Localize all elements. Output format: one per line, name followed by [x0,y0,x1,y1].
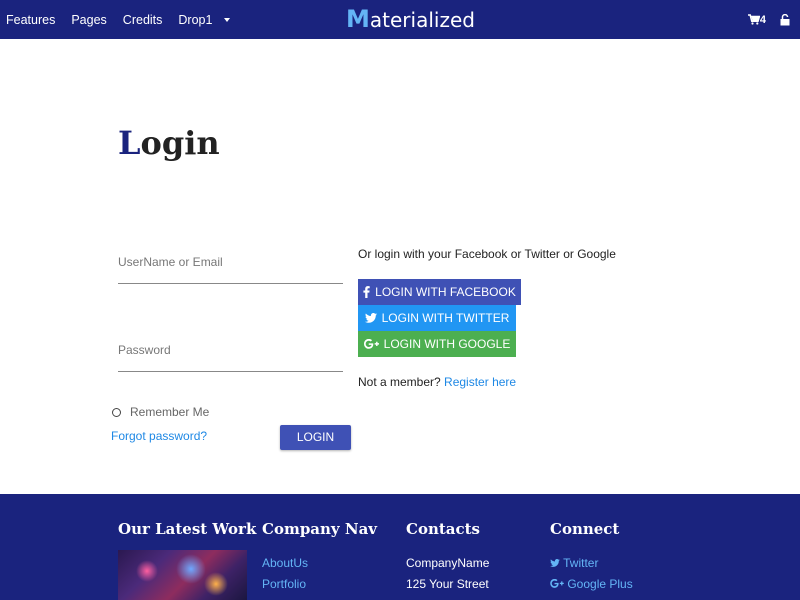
twitter-icon [550,559,560,567]
remember-me-radio[interactable] [112,407,121,417]
footer-google-plus-label: Google Plus [567,577,633,591]
register-prompt-text: Not a member? [358,375,441,389]
footer-connect: Connect Twitter Google Plus [550,520,633,591]
footer-heading-latest-work: Our Latest Work [118,520,257,538]
brand-name: aterialized [369,8,475,32]
top-navbar: Features Pages Credits Drop1 M aterializ… [0,0,800,39]
nav-dropdown-drop1[interactable]: Drop1 [178,12,231,27]
footer-link-aboutus[interactable]: AboutUs [262,556,377,570]
login-facebook-button[interactable]: LOGIN WITH FACEBOOK [358,279,521,305]
nav-link-features[interactable]: Features [6,13,55,27]
page-title-rest: ogin [140,124,220,162]
username-underline [118,283,343,284]
login-twitter-label: LOGIN WITH TWITTER [381,311,510,325]
login-facebook-label: LOGIN WITH FACEBOOK [375,285,516,299]
footer-heading-company-nav: Company Nav [262,520,378,538]
cart-button[interactable]: 4 [747,13,766,26]
twitter-icon [364,313,377,323]
footer-heading-connect: Connect [550,520,620,538]
latest-work-thumbnail[interactable] [118,550,247,600]
login-twitter-button[interactable]: LOGIN WITH TWITTER [358,305,516,331]
password-underline [118,371,343,372]
footer-twitter-label: Twitter [563,556,599,570]
login-google-button[interactable]: LOGIN WITH GOOGLE [358,331,516,357]
google-plus-icon [550,578,564,588]
google-plus-icon [363,339,379,349]
caret-down-icon [224,17,231,22]
footer-contacts: Contacts CompanyName 125 Your Street [406,520,489,591]
footer-heading-contacts: Contacts [406,520,481,538]
nav-link-pages[interactable]: Pages [71,13,106,27]
password-field[interactable]: Password [118,343,343,372]
register-link[interactable]: Register here [444,375,516,389]
footer-link-portfolio[interactable]: Portfolio [262,577,377,591]
nav-link-credits[interactable]: Credits [123,13,163,27]
brand-initial: M [346,5,370,33]
footer-company-name: CompanyName [406,556,490,570]
login-button[interactable]: LOGIN [280,425,351,450]
cart-icon [747,14,760,25]
nav-links: Features Pages Credits Drop1 [6,0,246,39]
forgot-password-link[interactable]: Forgot password? [111,429,207,443]
footer-company-nav: Company Nav AboutUs Portfolio [262,520,377,591]
brand-logo[interactable]: M aterialized [346,5,475,33]
footer-google-plus-link[interactable]: Google Plus [550,577,633,591]
username-placeholder: UserName or Email [118,255,223,269]
username-field[interactable]: UserName or Email [118,255,343,284]
page-title-initial: L [118,124,141,162]
page-title: Login [118,124,220,162]
facebook-icon [363,286,370,298]
register-prompt: Not a member? Register here [358,375,516,389]
footer-latest-work: Our Latest Work [118,520,256,538]
password-placeholder: Password [118,343,171,357]
cart-count: 4 [759,13,766,26]
lock-icon[interactable] [780,13,790,26]
remember-me-checkbox[interactable]: Remember Me [112,405,209,419]
footer-twitter-link[interactable]: Twitter [550,556,633,570]
footer: Our Latest Work Company Nav AboutUs Port… [0,494,800,600]
footer-street-address: 125 Your Street [406,577,489,591]
nav-dropdown-label: Drop1 [178,12,213,27]
login-google-label: LOGIN WITH GOOGLE [383,337,511,351]
nav-actions: 4 [747,0,790,39]
remember-me-label: Remember Me [130,405,210,419]
social-login-intro: Or login with your Facebook or Twitter o… [358,247,616,261]
